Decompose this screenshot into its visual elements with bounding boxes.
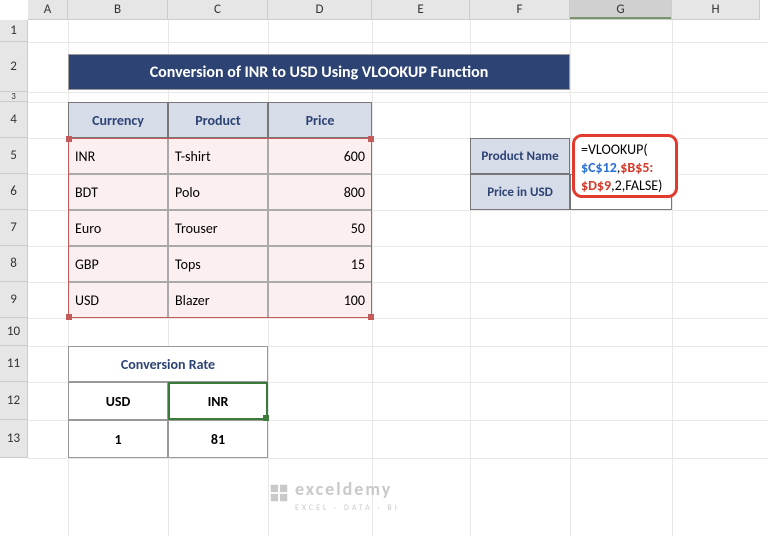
page-title: Conversion of INR to USD Using VLOOKUP F… — [68, 54, 570, 90]
watermark: exceldemy EXCEL · DATA · BI — [295, 478, 400, 513]
formula-ref2a: $B$5: — [620, 159, 653, 176]
watermark-icon — [268, 482, 290, 504]
col-header-B[interactable]: B — [68, 0, 168, 20]
formula-editor[interactable]: =VLOOKUP( $C$12,$B$5: $D$9,2,FALSE) — [572, 134, 678, 198]
watermark-brand: exceldemy — [295, 478, 400, 500]
row-header-2[interactable]: 2 — [0, 42, 28, 92]
table-cell[interactable]: Tops — [168, 246, 268, 282]
table-cell[interactable]: 100 — [268, 282, 372, 318]
formula-arg4: FALSE — [625, 177, 658, 194]
table-header-currency[interactable]: Currency — [68, 102, 168, 138]
row-header-1[interactable]: 1 — [0, 20, 28, 42]
lookup-label-price[interactable]: Price in USD — [470, 174, 570, 210]
spreadsheet-grid: A B C D E F G H 1 2 3 4 5 6 7 8 9 10 11 … — [0, 0, 768, 536]
row-header-9[interactable]: 9 — [0, 282, 28, 318]
watermark-tag: EXCEL · DATA · BI — [295, 503, 400, 513]
col-header-H[interactable]: H — [672, 0, 760, 20]
table-cell[interactable]: INR — [68, 138, 168, 174]
formula-text: =VLOOKUP( — [581, 141, 648, 158]
conversion-title[interactable]: Conversion Rate — [68, 346, 268, 382]
row-header-5[interactable]: 5 — [0, 138, 28, 174]
table-cell[interactable]: USD — [68, 282, 168, 318]
row-header-4[interactable]: 4 — [0, 102, 28, 138]
table-cell[interactable]: 15 — [268, 246, 372, 282]
row-header-7[interactable]: 7 — [0, 210, 28, 246]
row-header-3[interactable]: 3 — [0, 92, 28, 102]
col-header-D[interactable]: D — [268, 0, 372, 20]
col-header-A[interactable]: A — [28, 0, 68, 20]
conversion-header-usd[interactable]: USD — [68, 382, 168, 420]
row-header-8[interactable]: 8 — [0, 246, 28, 282]
row-header-10[interactable]: 10 — [0, 318, 28, 346]
formula-ref2b: $D$9 — [581, 177, 611, 194]
row-header-11[interactable]: 11 — [0, 346, 28, 382]
lookup-label-product[interactable]: Product Name — [470, 138, 570, 174]
table-cell[interactable]: Blazer — [168, 282, 268, 318]
col-header-C[interactable]: C — [168, 0, 268, 20]
formula-close: ) — [658, 177, 662, 194]
table-cell[interactable]: Euro — [68, 210, 168, 246]
col-header-G[interactable]: G — [570, 0, 672, 20]
conversion-value-inr[interactable]: 81 — [168, 420, 268, 458]
table-cell[interactable]: Trouser — [168, 210, 268, 246]
table-cell[interactable]: T-shirt — [168, 138, 268, 174]
table-cell[interactable]: GBP — [68, 246, 168, 282]
conversion-header-inr[interactable]: INR — [168, 382, 268, 420]
table-cell[interactable]: 800 — [268, 174, 372, 210]
row-header-12[interactable]: 12 — [0, 382, 28, 420]
table-cell[interactable]: 50 — [268, 210, 372, 246]
table-header-product[interactable]: Product — [168, 102, 268, 138]
formula-ref1: $C$12 — [581, 159, 617, 176]
formula-arg3: 2 — [615, 177, 622, 194]
table-cell[interactable]: BDT — [68, 174, 168, 210]
col-header-F[interactable]: F — [470, 0, 570, 20]
row-header-13[interactable]: 13 — [0, 420, 28, 458]
table-header-price[interactable]: Price — [268, 102, 372, 138]
conversion-value-usd[interactable]: 1 — [68, 420, 168, 458]
col-header-E[interactable]: E — [372, 0, 470, 20]
table-cell[interactable]: Polo — [168, 174, 268, 210]
row-header-6[interactable]: 6 — [0, 174, 28, 210]
table-cell[interactable]: 600 — [268, 138, 372, 174]
